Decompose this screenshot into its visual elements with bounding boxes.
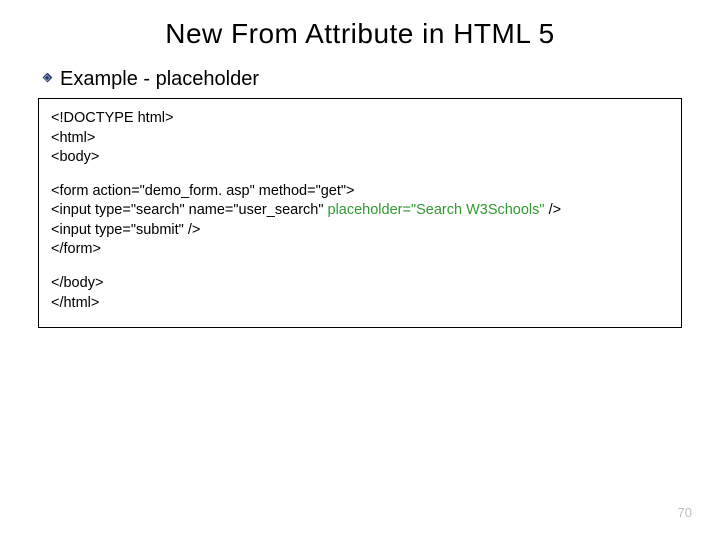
code-line: <html> [51, 129, 669, 149]
code-line: <body> [51, 148, 669, 168]
diamond-bullet-icon [38, 73, 52, 87]
bullet-row: Example - placeholder [38, 68, 259, 91]
code-line: </body> [51, 274, 669, 294]
code-line: <input type="search" name="user_search" … [51, 201, 669, 221]
code-paragraph-3: </body> </html> [51, 274, 669, 313]
code-line: <!DOCTYPE html> [51, 109, 669, 129]
bullet-label: Example - placeholder [60, 68, 259, 91]
code-paragraph-1: <!DOCTYPE html> <html> <body> [51, 109, 669, 168]
page-number: 70 [678, 505, 692, 520]
code-paragraph-2: <form action="demo_form. asp" method="ge… [51, 182, 669, 260]
slide-title: New From Attribute in HTML 5 [0, 18, 720, 50]
code-example-box: <!DOCTYPE html> <html> <body> <form acti… [38, 98, 682, 328]
code-line: </form> [51, 240, 669, 260]
code-line: </html> [51, 294, 669, 314]
code-line: <input type="submit" /> [51, 221, 669, 241]
code-line: <form action="demo_form. asp" method="ge… [51, 182, 669, 202]
highlighted-attribute: placeholder="Search W3Schools" [328, 202, 545, 218]
